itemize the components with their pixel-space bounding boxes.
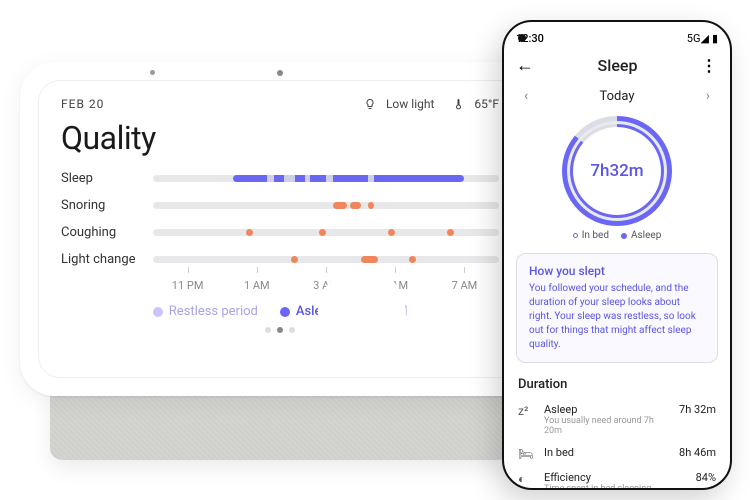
next-day-button[interactable]: ›	[706, 88, 710, 104]
row-light-change: Light change	[61, 252, 499, 267]
ring-legend: In bed Asleep	[504, 230, 730, 249]
hub-device: FEB 20 Low light 65°F Quality Sleep	[20, 62, 540, 466]
duration-value: 8h 46m	[679, 446, 716, 459]
dot-icon	[153, 307, 163, 317]
efficiency-icon: ◐	[518, 471, 534, 486]
ring-legend-inbed: In bed	[573, 230, 609, 241]
dot-icon	[573, 233, 578, 238]
hub-base	[50, 390, 510, 460]
bed-icon: 🛏	[518, 446, 534, 461]
duration-label: Asleep	[544, 403, 669, 416]
sleep-ring-value: 7h32m	[590, 161, 643, 181]
row-snoring: Snoring	[61, 198, 499, 213]
duration-row-inbed[interactable]: 🛏 In bed 8h 46m	[504, 441, 730, 466]
dot-icon	[358, 308, 366, 316]
hub-temp: 65°F	[474, 97, 499, 111]
day-label: Today	[599, 89, 634, 104]
sleep-ring: 7h32m	[562, 116, 672, 226]
duration-row-efficiency[interactable]: ◐ Efficiency Time spent in bed sleeping.…	[504, 466, 730, 490]
hub-title: Quality	[61, 119, 499, 157]
how-you-slept-card[interactable]: How you slept You followed your schedule…	[516, 253, 718, 363]
prev-day-button[interactable]: ‹	[524, 88, 528, 104]
dot-icon	[280, 307, 290, 317]
row-coughing-label: Coughing	[61, 225, 139, 240]
row-sleep-label: Sleep	[61, 171, 139, 186]
sleep-ring-chart: 7h32m	[504, 110, 730, 230]
hub-pager[interactable]	[61, 327, 499, 333]
hub-light-label: Low light	[386, 97, 434, 111]
row-coughing-track	[153, 229, 499, 236]
legend-inbed: In bed	[358, 304, 407, 319]
axis-tick: 11 PM	[153, 279, 222, 292]
signal-icon: ◢	[700, 32, 707, 45]
sleep-zzz-icon: z²	[518, 403, 534, 418]
duration-value: 84%	[696, 471, 716, 484]
hub-sensor	[150, 70, 155, 75]
phone-status-bar: 12:30 5G ◢ ▮	[504, 22, 730, 47]
duration-label: In bed	[544, 446, 669, 459]
duration-header: Duration	[504, 373, 730, 398]
dot-icon	[621, 233, 627, 239]
hub-legend: Restless period Asleep In bed	[61, 304, 499, 319]
duration-value: 7h 32m	[679, 403, 716, 416]
battery-icon: ▮	[712, 32, 718, 45]
duration-row-asleep[interactable]: z² Asleep You usually need around 7h 20m…	[504, 398, 730, 441]
hub-bezel: FEB 20 Low light 65°F Quality Sleep	[20, 62, 540, 396]
duration-sub: You usually need around 7h 20m	[544, 416, 669, 436]
phone-camera	[518, 34, 526, 42]
hub-camera	[277, 70, 283, 76]
back-button[interactable]: ←	[516, 55, 534, 76]
more-button[interactable]: ⋮	[701, 56, 718, 75]
row-light-change-track	[153, 256, 499, 263]
axis-tick: 1 AM	[222, 279, 291, 292]
ring-legend-asleep: Asleep	[621, 230, 661, 241]
card-title: How you slept	[529, 264, 705, 278]
phone-appbar: ← Sleep ⋮	[504, 47, 730, 84]
legend-restless: Restless period	[153, 304, 258, 319]
row-sleep: Sleep	[61, 171, 499, 186]
card-body: You followed your schedule, and the dura…	[529, 282, 705, 352]
hub-header: FEB 20 Low light 65°F	[61, 97, 499, 111]
hub-date: FEB 20	[61, 97, 104, 111]
thermometer-icon	[452, 98, 464, 110]
phone-device: 12:30 5G ◢ ▮ ← Sleep ⋮ ‹ Today › 7h32m I…	[502, 20, 732, 490]
row-coughing: Coughing	[61, 225, 499, 240]
row-snoring-track	[153, 202, 499, 209]
day-nav: ‹ Today ›	[504, 84, 730, 110]
appbar-title: Sleep	[534, 56, 701, 75]
duration-label: Efficiency	[544, 471, 686, 484]
lightbulb-icon	[364, 98, 376, 110]
status-network: 5G	[687, 32, 701, 45]
hub-screen: FEB 20 Low light 65°F Quality Sleep	[38, 80, 522, 378]
row-light-change-label: Light change	[61, 252, 139, 267]
row-sleep-track	[153, 175, 499, 182]
axis-tick: 7 AM	[430, 279, 499, 292]
duration-sub: Time spent in bed sleeping.	[544, 484, 686, 490]
row-snoring-label: Snoring	[61, 198, 139, 213]
